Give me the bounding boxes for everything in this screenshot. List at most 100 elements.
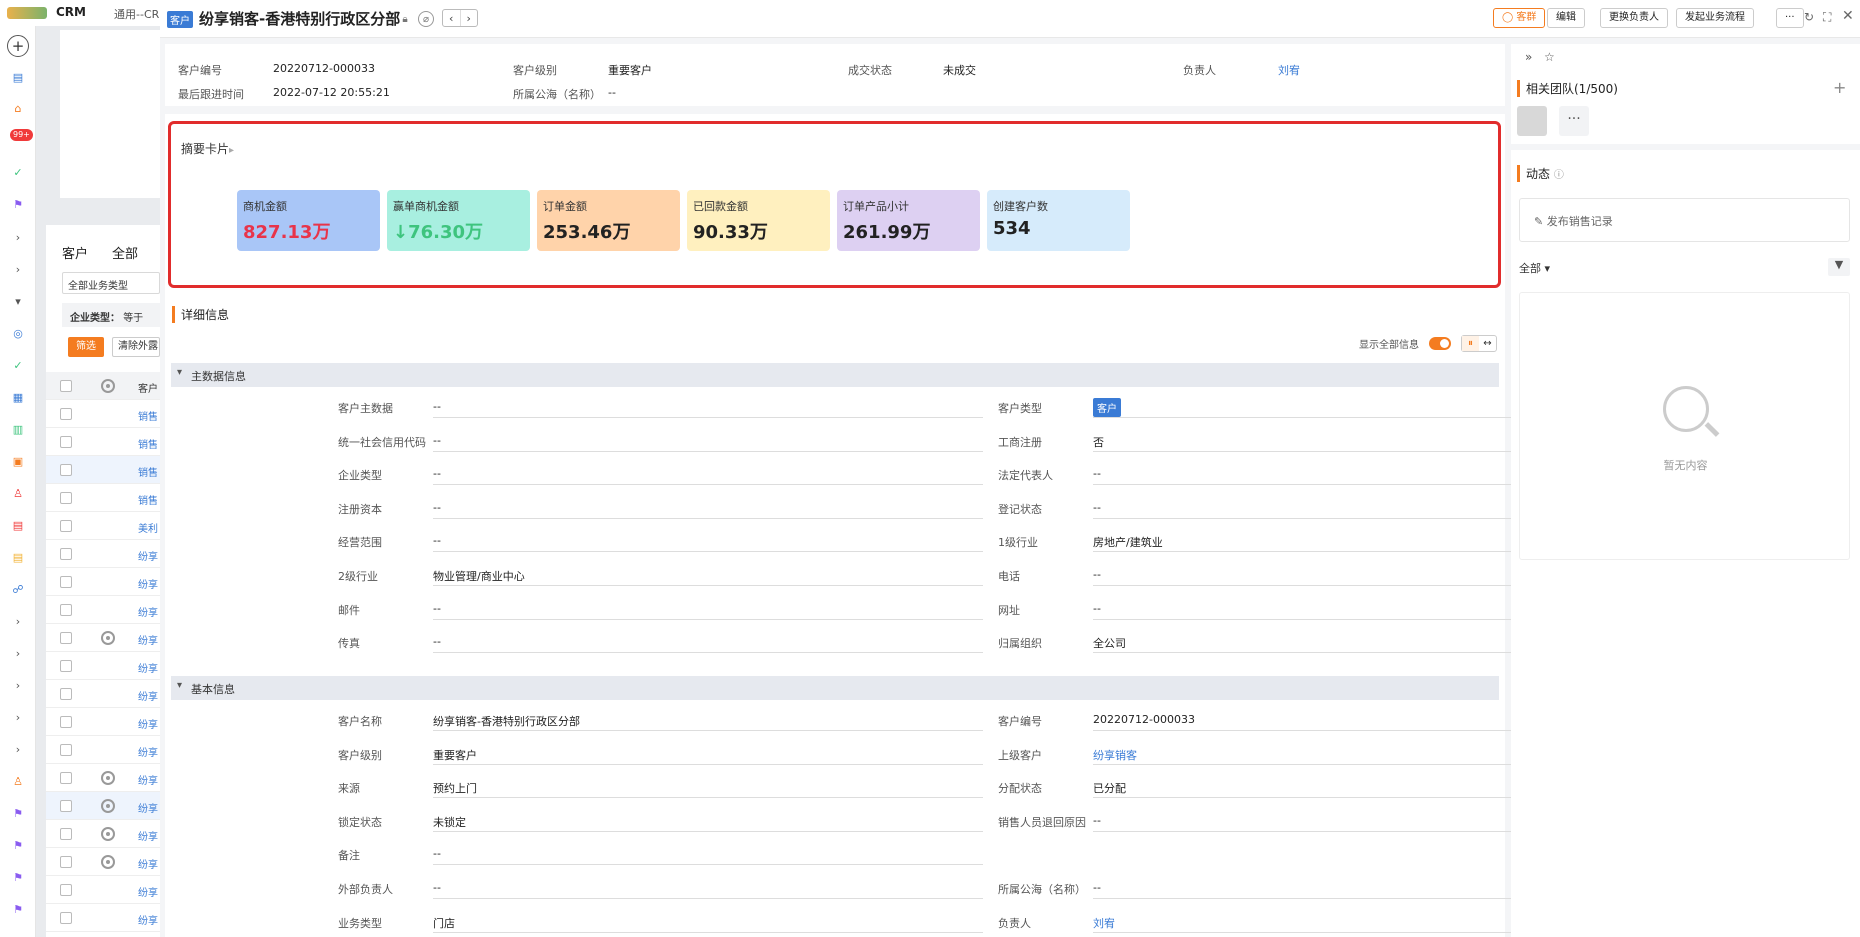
row-checkbox[interactable] <box>60 828 72 840</box>
row-checkbox[interactable] <box>60 632 72 644</box>
row-checkbox[interactable] <box>60 856 72 868</box>
flag-icon[interactable]: ⚑ <box>10 869 26 885</box>
lock-icon[interactable]: 🔒︎ <box>397 11 413 27</box>
table-row[interactable]: 销售 <box>46 484 160 512</box>
row-name-link[interactable]: 纷享 <box>138 884 158 899</box>
owner-link[interactable]: 刘宥 <box>1278 62 1300 78</box>
row-name-link[interactable]: 纷享 <box>138 772 158 787</box>
table-row[interactable]: 纷享 <box>46 932 160 937</box>
row-name-link[interactable]: 销售 <box>138 492 158 507</box>
chevron-right-icon[interactable]: › <box>10 229 26 245</box>
row-name-link[interactable]: 纷享 <box>138 800 158 815</box>
row-name-link[interactable]: 销售 <box>138 436 158 451</box>
flag-icon[interactable]: ⚑ <box>10 196 26 212</box>
metric-card[interactable]: 订单金额 253.46万 <box>537 190 680 251</box>
edit-button[interactable]: 编辑 <box>1547 8 1585 28</box>
filter-button[interactable]: 筛选 <box>68 337 104 357</box>
table-row[interactable]: 纷享 <box>46 820 160 848</box>
row-checkbox[interactable] <box>60 772 72 784</box>
show-all-toggle[interactable] <box>1429 337 1451 350</box>
row-name-link[interactable]: 纷享 <box>138 548 158 563</box>
metric-card[interactable]: 订单产品小计 261.99万 <box>837 190 980 251</box>
chevron-right-icon[interactable]: › <box>10 261 26 277</box>
table-row[interactable]: 纷享 <box>46 792 160 820</box>
app-tab[interactable]: 通用--CR <box>114 6 159 22</box>
biz-type-select[interactable]: 全部业务类型 <box>62 272 160 294</box>
row-checkbox[interactable] <box>60 688 72 700</box>
row-checkbox[interactable] <box>60 800 72 812</box>
metric-card[interactable]: 已回款金额 90.33万 <box>687 190 830 251</box>
building-icon[interactable]: ▦ <box>10 389 26 405</box>
flag-icon[interactable]: ⚑ <box>10 901 26 917</box>
flag-icon[interactable]: ⚑ <box>10 805 26 821</box>
group-basic-info[interactable]: 基本信息 <box>171 676 1499 700</box>
publish-record-input[interactable]: ✎ 发布销售记录 <box>1519 198 1850 242</box>
home-icon[interactable]: ⌂ <box>10 100 26 116</box>
add-icon[interactable]: + <box>7 35 29 57</box>
file-icon[interactable]: ▤ <box>10 517 26 533</box>
row-name-link[interactable]: 销售 <box>138 408 158 423</box>
collapse-icon[interactable]: » <box>1525 50 1532 64</box>
chart-icon[interactable]: ▥ <box>10 421 26 437</box>
row-name-link[interactable]: 纷享 <box>138 716 158 731</box>
table-row[interactable]: 纷享 <box>46 848 160 876</box>
row-name-link[interactable]: 纷享 <box>138 856 158 871</box>
row-name-link[interactable]: 纷享 <box>138 744 158 759</box>
metric-card[interactable]: 商机金额 827.13万 <box>237 190 380 251</box>
expand-icon[interactable]: ↔ <box>1479 336 1496 351</box>
two-column-icon[interactable]: ⏸ <box>1462 336 1479 351</box>
chevron-right-icon[interactable]: › <box>10 677 26 693</box>
chevron-down-icon[interactable]: ▾ <box>10 293 26 309</box>
row-name-link[interactable]: 纷享 <box>138 632 158 647</box>
row-name-link[interactable]: 纷享 <box>138 604 158 619</box>
person-icon[interactable]: ♙ <box>10 773 26 789</box>
table-row[interactable]: 纷享 <box>46 540 160 568</box>
team-more-button[interactable]: ··· <box>1559 106 1589 136</box>
table-row[interactable]: 纷享 <box>46 624 160 652</box>
summary-card-title[interactable]: 摘要卡片▸ <box>181 140 234 157</box>
metric-card[interactable]: 创建客户数 534 <box>987 190 1130 251</box>
table-row[interactable]: 纷享 <box>46 568 160 596</box>
row-checkbox[interactable] <box>60 548 72 560</box>
field-link[interactable]: 纷享销客 <box>1093 747 1137 763</box>
table-row[interactable]: 美利 <box>46 512 160 540</box>
check-circle-icon[interactable]: ✓ <box>10 357 26 373</box>
table-row[interactable]: 纷享 <box>46 764 160 792</box>
row-checkbox[interactable] <box>60 408 72 420</box>
row-checkbox[interactable] <box>60 436 72 448</box>
table-row[interactable]: 纷享 <box>46 596 160 624</box>
row-name-link[interactable]: 纷享 <box>138 660 158 675</box>
table-row[interactable]: 纷享 <box>46 680 160 708</box>
clear-filter-button[interactable]: 清除外露 <box>112 337 160 357</box>
scope-select[interactable]: 全部 <box>112 243 138 262</box>
chevron-right-icon[interactable]: › <box>10 741 26 757</box>
compass-icon[interactable]: ◎ <box>10 325 26 341</box>
check-icon[interactable]: ✓ <box>10 164 26 180</box>
select-all-checkbox[interactable] <box>60 380 72 392</box>
table-row[interactable]: 销售 <box>46 400 160 428</box>
next-icon[interactable]: › <box>459 10 478 26</box>
team-icon[interactable]: ☍ <box>10 581 26 597</box>
refresh-icon[interactable]: ↻ <box>1804 10 1814 24</box>
row-name-link[interactable]: 纷享 <box>138 828 158 843</box>
row-name-link[interactable]: 纷享 <box>138 912 158 927</box>
row-name-link[interactable]: 美利 <box>138 520 158 535</box>
activity-filter-select[interactable]: 全部 ▾ <box>1519 260 1550 276</box>
table-row[interactable]: 纷享 <box>46 736 160 764</box>
row-checkbox[interactable] <box>60 884 72 896</box>
row-checkbox[interactable] <box>60 912 72 924</box>
start-flow-button[interactable]: 发起业务流程 <box>1676 8 1754 28</box>
row-checkbox[interactable] <box>60 520 72 532</box>
row-checkbox[interactable] <box>60 464 72 476</box>
row-checkbox[interactable] <box>60 744 72 756</box>
calendar-icon[interactable]: ▣ <box>10 453 26 469</box>
row-checkbox[interactable] <box>60 492 72 504</box>
pin-icon[interactable]: ☆ <box>1544 50 1555 64</box>
metric-card[interactable]: 赢单商机金额 ↓76.30万 <box>387 190 530 251</box>
prev-icon[interactable]: ‹ <box>443 10 460 26</box>
clipboard-icon[interactable]: ▤ <box>10 549 26 565</box>
close-icon[interactable]: ✕ <box>1842 8 1854 24</box>
row-checkbox[interactable] <box>60 604 72 616</box>
table-row[interactable]: 纷享 <box>46 876 160 904</box>
row-name-link[interactable]: 纷享 <box>138 576 158 591</box>
